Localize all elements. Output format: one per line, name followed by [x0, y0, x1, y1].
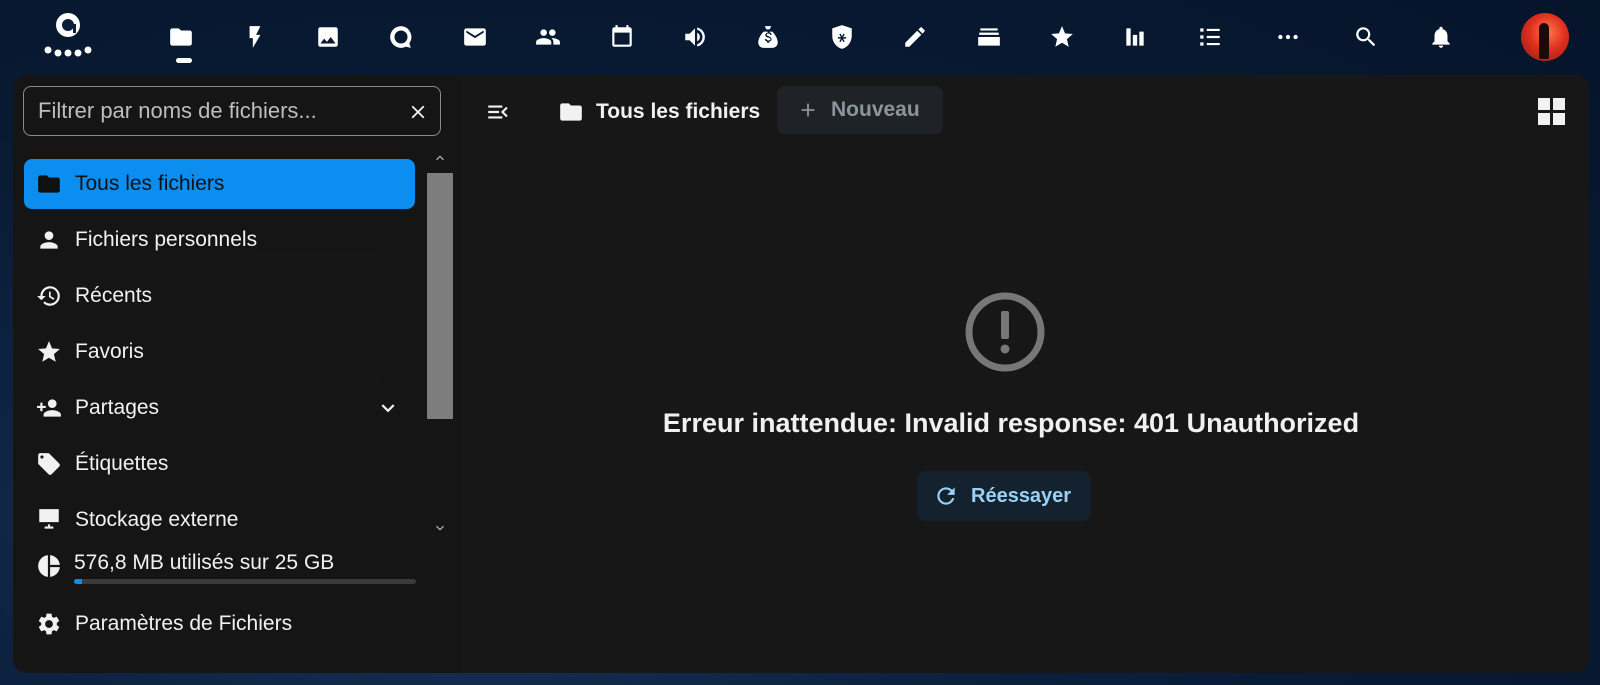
money-bag-icon[interactable] [751, 20, 785, 54]
alert-circle-icon [965, 292, 1045, 372]
files-settings-label: Paramètres de Fichiers [75, 612, 293, 635]
person-icon [36, 227, 62, 253]
sidebar-item-personal-files[interactable]: Fichiers personnels [24, 215, 415, 265]
star-icon [36, 339, 62, 365]
calendar-icon[interactable] [605, 20, 639, 54]
sidebar-scroll-thumb[interactable] [427, 173, 453, 419]
notes-icon[interactable] [898, 20, 932, 54]
scroll-up-icon[interactable] [432, 150, 448, 166]
activity-icon[interactable] [238, 20, 272, 54]
chevron-down-icon[interactable] [375, 395, 401, 421]
sidebar-item-label: Favoris [75, 340, 144, 363]
deck-icon[interactable] [972, 20, 1006, 54]
new-button-label: Nouveau [831, 98, 920, 121]
files-icon[interactable] [164, 20, 198, 54]
scroll-down-icon[interactable] [432, 520, 448, 536]
sidebar-item-tags[interactable]: Étiquettes [24, 439, 415, 489]
close-icon [411, 105, 425, 119]
refresh-icon [937, 487, 955, 505]
sidebar-item-shares[interactable]: Partages [24, 383, 415, 433]
quota-bar-fill [74, 579, 82, 584]
folder-icon [36, 171, 62, 197]
share-person-icon [36, 395, 62, 421]
quota-bar [74, 579, 416, 584]
sidebar-item-label: Partages [75, 396, 160, 419]
breadcrumb-label: Tous les fichiers [596, 100, 761, 123]
photos-icon[interactable] [311, 20, 345, 54]
retry-button[interactable]: Réessayer [917, 471, 1091, 521]
sidebar-item-label: Étiquettes [75, 452, 169, 475]
top-bar [0, 0, 1600, 75]
filter-field [23, 86, 441, 136]
pie-chart-icon [38, 555, 60, 577]
grid-view-icon [1538, 98, 1565, 125]
analytics-icon[interactable] [1118, 20, 1152, 54]
new-button[interactable]: Nouveau [777, 86, 943, 134]
breadcrumb[interactable]: Tous les fichiers [558, 95, 760, 129]
quota-label: 576,8 MB utilisés sur 25 GB [74, 551, 335, 574]
network-folder-icon [36, 507, 62, 533]
notifications-bell-icon[interactable] [1424, 20, 1458, 54]
sidebar-item-label: Fichiers personnels [75, 228, 258, 251]
sidebar-item-label: Récents [75, 284, 153, 307]
sidebar-item-external-storage[interactable]: Stockage externe [24, 495, 415, 545]
tasks-icon[interactable] [1193, 20, 1227, 54]
files-settings-button[interactable]: Paramètres de Fichiers [24, 599, 415, 649]
navigation-sidebar: Tous les fichiers Fichiers personnels Ré… [13, 75, 462, 673]
storage-quota[interactable]: 576,8 MB utilisés sur 25 GB [24, 543, 416, 593]
sidebar-item-favorites[interactable]: Favoris [24, 327, 415, 377]
menu-collapse-icon [488, 105, 508, 119]
toggle-navigation-button[interactable] [475, 89, 521, 135]
active-app-indicator [176, 58, 192, 63]
user-avatar[interactable] [1521, 13, 1569, 61]
passwords-icon[interactable] [825, 20, 859, 54]
mail-icon[interactable] [458, 20, 492, 54]
main-content: Tous les fichiers Nouveau Erreur inatten… [462, 75, 1589, 673]
talk-icon[interactable] [384, 20, 418, 54]
search-icon[interactable] [1349, 20, 1383, 54]
more-apps-icon[interactable] [1271, 20, 1305, 54]
bookmarks-icon[interactable] [1045, 20, 1079, 54]
contacts-icon[interactable] [531, 20, 565, 54]
filter-input[interactable] [24, 87, 394, 135]
announcements-icon[interactable] [678, 20, 712, 54]
gear-icon [36, 611, 62, 637]
clear-filter-button[interactable] [404, 98, 432, 126]
folder-icon [560, 103, 582, 121]
error-message: Erreur inattendue: Invalid response: 401… [662, 408, 1360, 438]
sidebar-item-label: Stockage externe [75, 508, 239, 531]
tags-icon [36, 451, 62, 477]
history-icon [36, 283, 62, 309]
sidebar-item-label: Tous les fichiers [75, 172, 225, 195]
files-app-window: Tous les fichiers Fichiers personnels Ré… [13, 75, 1589, 673]
grid-view-button[interactable] [1537, 97, 1567, 127]
sidebar-item-recent[interactable]: Récents [24, 271, 415, 321]
plus-icon [801, 103, 815, 117]
nextcloud-logo-icon[interactable] [40, 10, 96, 64]
retry-button-label: Réessayer [971, 484, 1072, 507]
sidebar-item-all-files[interactable]: Tous les fichiers [24, 159, 415, 209]
